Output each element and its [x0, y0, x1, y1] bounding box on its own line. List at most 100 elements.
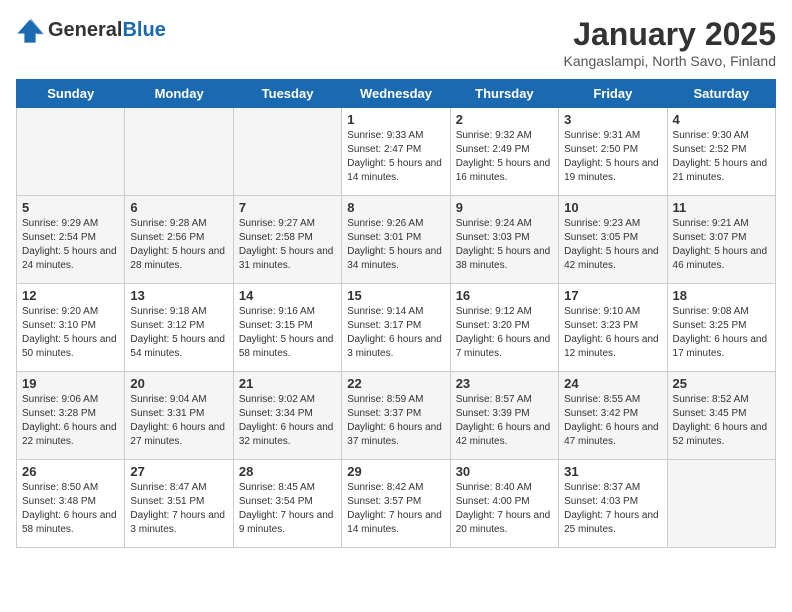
calendar-title: January 2025: [564, 16, 776, 53]
weekday-header-row: SundayMondayTuesdayWednesdayThursdayFrid…: [17, 80, 776, 108]
week-row-4: 19 Sunrise: 9:06 AMSunset: 3:28 PMDayligh…: [17, 372, 776, 460]
cell-info: Sunrise: 8:57 AMSunset: 3:39 PMDaylight:…: [456, 393, 553, 449]
day-number: 3: [564, 112, 661, 127]
cell-info: Sunrise: 8:59 AMSunset: 3:37 PMDaylight:…: [347, 393, 444, 449]
weekday-header-friday: Friday: [559, 80, 667, 108]
weekday-header-tuesday: Tuesday: [233, 80, 341, 108]
weekday-header-thursday: Thursday: [450, 80, 558, 108]
cell-info: Sunrise: 9:31 AMSunset: 2:50 PMDaylight:…: [564, 129, 661, 185]
cell-info: Sunrise: 9:04 AMSunset: 3:31 PMDaylight:…: [130, 393, 227, 449]
cell-info: Sunrise: 9:30 AMSunset: 2:52 PMDaylight:…: [673, 129, 770, 185]
calendar-cell: 22 Sunrise: 8:59 AMSunset: 3:37 PMDayligh…: [342, 372, 450, 460]
calendar-cell: 14 Sunrise: 9:16 AMSunset: 3:15 PMDayligh…: [233, 284, 341, 372]
day-number: 5: [22, 200, 119, 215]
cell-info: Sunrise: 8:42 AMSunset: 3:57 PMDaylight:…: [347, 481, 444, 537]
day-number: 16: [456, 288, 553, 303]
calendar-cell: 3 Sunrise: 9:31 AMSunset: 2:50 PMDaylight…: [559, 108, 667, 196]
calendar-cell: 4 Sunrise: 9:30 AMSunset: 2:52 PMDaylight…: [667, 108, 775, 196]
calendar-cell: 19 Sunrise: 9:06 AMSunset: 3:28 PMDayligh…: [17, 372, 125, 460]
day-number: 1: [347, 112, 444, 127]
cell-info: Sunrise: 9:16 AMSunset: 3:15 PMDaylight:…: [239, 305, 336, 361]
calendar-cell: 17 Sunrise: 9:10 AMSunset: 3:23 PMDayligh…: [559, 284, 667, 372]
calendar-cell: 12 Sunrise: 9:20 AMSunset: 3:10 PMDayligh…: [17, 284, 125, 372]
calendar-cell: 15 Sunrise: 9:14 AMSunset: 3:17 PMDayligh…: [342, 284, 450, 372]
day-number: 10: [564, 200, 661, 215]
day-number: 11: [673, 200, 770, 215]
logo-icon: [16, 16, 44, 44]
day-number: 20: [130, 376, 227, 391]
cell-info: Sunrise: 9:29 AMSunset: 2:54 PMDaylight:…: [22, 217, 119, 273]
day-number: 19: [22, 376, 119, 391]
cell-info: Sunrise: 9:06 AMSunset: 3:28 PMDaylight:…: [22, 393, 119, 449]
calendar-cell: 24 Sunrise: 8:55 AMSunset: 3:42 PMDayligh…: [559, 372, 667, 460]
cell-info: Sunrise: 9:14 AMSunset: 3:17 PMDaylight:…: [347, 305, 444, 361]
calendar-cell: 11 Sunrise: 9:21 AMSunset: 3:07 PMDayligh…: [667, 196, 775, 284]
logo: GeneralBlue: [16, 16, 166, 44]
weekday-header-saturday: Saturday: [667, 80, 775, 108]
cell-info: Sunrise: 8:45 AMSunset: 3:54 PMDaylight:…: [239, 481, 336, 537]
cell-info: Sunrise: 9:26 AMSunset: 3:01 PMDaylight:…: [347, 217, 444, 273]
calendar-subtitle: Kangaslampi, North Savo, Finland: [564, 53, 776, 69]
calendar-cell: 28 Sunrise: 8:45 AMSunset: 3:54 PMDayligh…: [233, 460, 341, 548]
calendar-cell: [17, 108, 125, 196]
cell-info: Sunrise: 9:32 AMSunset: 2:49 PMDaylight:…: [456, 129, 553, 185]
calendar-cell: 1Sunrise: 9:33 AMSunset: 2:47 PMDaylight…: [342, 108, 450, 196]
cell-info: Sunrise: 8:55 AMSunset: 3:42 PMDaylight:…: [564, 393, 661, 449]
day-number: 27: [130, 464, 227, 479]
calendar-cell: 30Sunrise: 8:40 AMSunset: 4:00 PMDayligh…: [450, 460, 558, 548]
cell-info: Sunrise: 9:28 AMSunset: 2:56 PMDaylight:…: [130, 217, 227, 273]
calendar-cell: 18Sunrise: 9:08 AMSunset: 3:25 PMDayligh…: [667, 284, 775, 372]
day-number: 12: [22, 288, 119, 303]
calendar-cell: 27Sunrise: 8:47 AMSunset: 3:51 PMDayligh…: [125, 460, 233, 548]
logo-blue: Blue: [122, 19, 165, 41]
cell-info: Sunrise: 8:52 AMSunset: 3:45 PMDaylight:…: [673, 393, 770, 449]
calendar-cell: 23 Sunrise: 8:57 AMSunset: 3:39 PMDayligh…: [450, 372, 558, 460]
cell-info: Sunrise: 9:18 AMSunset: 3:12 PMDaylight:…: [130, 305, 227, 361]
day-number: 23: [456, 376, 553, 391]
day-number: 9: [456, 200, 553, 215]
day-number: 2: [456, 112, 553, 127]
calendar-cell: 26Sunrise: 8:50 AMSunset: 3:48 PMDayligh…: [17, 460, 125, 548]
day-number: 28: [239, 464, 336, 479]
cell-info: Sunrise: 9:10 AMSunset: 3:23 PMDaylight:…: [564, 305, 661, 361]
calendar-cell: 2 Sunrise: 9:32 AMSunset: 2:49 PMDaylight…: [450, 108, 558, 196]
calendar-cell: 20 Sunrise: 9:04 AMSunset: 3:31 PMDayligh…: [125, 372, 233, 460]
week-row-3: 12 Sunrise: 9:20 AMSunset: 3:10 PMDayligh…: [17, 284, 776, 372]
weekday-header-sunday: Sunday: [17, 80, 125, 108]
cell-info: Sunrise: 9:23 AMSunset: 3:05 PMDaylight:…: [564, 217, 661, 273]
calendar-cell: 16 Sunrise: 9:12 AMSunset: 3:20 PMDayligh…: [450, 284, 558, 372]
cell-info: Sunrise: 9:12 AMSunset: 3:20 PMDaylight:…: [456, 305, 553, 361]
day-number: 24: [564, 376, 661, 391]
day-number: 8: [347, 200, 444, 215]
calendar-cell: 10 Sunrise: 9:23 AMSunset: 3:05 PMDayligh…: [559, 196, 667, 284]
logo-text: GeneralBlue: [48, 19, 166, 42]
cell-info: Sunrise: 9:24 AMSunset: 3:03 PMDaylight:…: [456, 217, 553, 273]
calendar-cell: 29 Sunrise: 8:42 AMSunset: 3:57 PMDayligh…: [342, 460, 450, 548]
cell-info: Sunrise: 9:27 AMSunset: 2:58 PMDaylight:…: [239, 217, 336, 273]
day-number: 29: [347, 464, 444, 479]
calendar-cell: 9 Sunrise: 9:24 AMSunset: 3:03 PMDaylight…: [450, 196, 558, 284]
cell-info: Sunrise: 9:08 AMSunset: 3:25 PMDaylight:…: [673, 305, 770, 361]
weekday-header-monday: Monday: [125, 80, 233, 108]
day-number: 15: [347, 288, 444, 303]
day-number: 17: [564, 288, 661, 303]
calendar-cell: 25Sunrise: 8:52 AMSunset: 3:45 PMDayligh…: [667, 372, 775, 460]
day-number: 30: [456, 464, 553, 479]
day-number: 31: [564, 464, 661, 479]
day-number: 14: [239, 288, 336, 303]
cell-info: Sunrise: 9:21 AMSunset: 3:07 PMDaylight:…: [673, 217, 770, 273]
calendar-cell: 5 Sunrise: 9:29 AMSunset: 2:54 PMDaylight…: [17, 196, 125, 284]
calendar-cell: 31 Sunrise: 8:37 AMSunset: 4:03 PMDayligh…: [559, 460, 667, 548]
calendar-table: SundayMondayTuesdayWednesdayThursdayFrid…: [16, 79, 776, 548]
day-number: 7: [239, 200, 336, 215]
cell-info: Sunrise: 8:37 AMSunset: 4:03 PMDaylight:…: [564, 481, 661, 537]
title-block: January 2025 Kangaslampi, North Savo, Fi…: [564, 16, 776, 69]
cell-info: Sunrise: 9:20 AMSunset: 3:10 PMDaylight:…: [22, 305, 119, 361]
day-number: 26: [22, 464, 119, 479]
day-number: 22: [347, 376, 444, 391]
calendar-cell: [233, 108, 341, 196]
calendar-cell: [125, 108, 233, 196]
logo-general: General: [48, 19, 122, 41]
day-number: 4: [673, 112, 770, 127]
calendar-cell: 6Sunrise: 9:28 AMSunset: 2:56 PMDaylight…: [125, 196, 233, 284]
